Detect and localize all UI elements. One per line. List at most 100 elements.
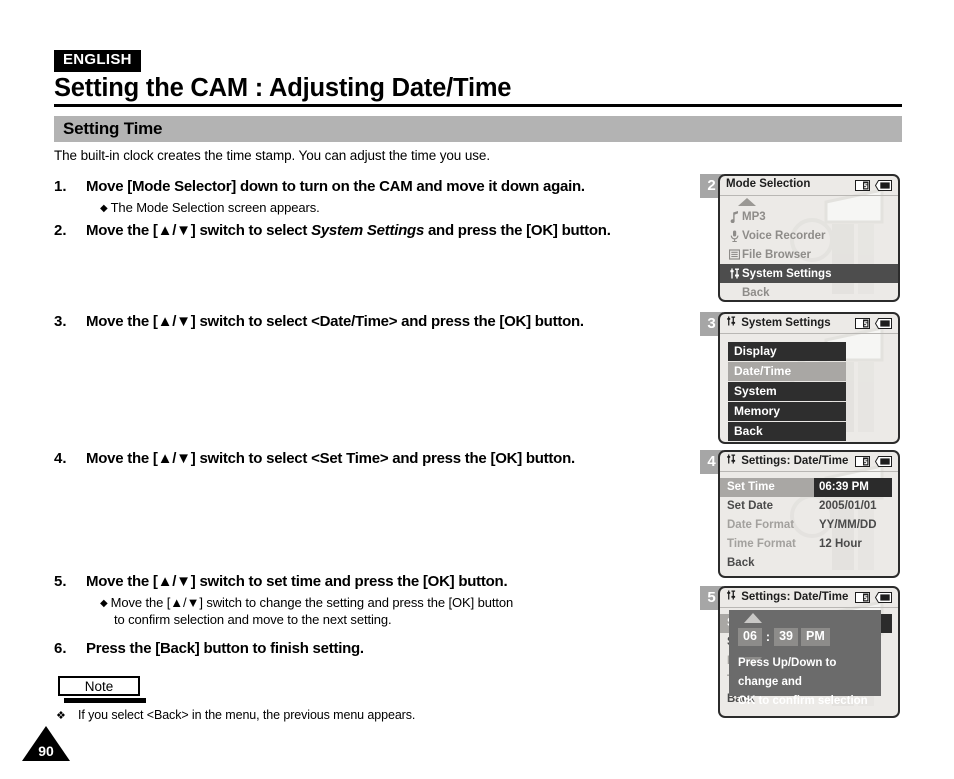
step-2-heading: Move the [▲/▼] switch to select System S… <box>86 222 611 239</box>
panel-2-body: MP3 Voice Recorder File Browser System S… <box>720 196 898 300</box>
setting-row-back[interactable]: Back <box>720 554 898 573</box>
setting-row-set-date-key: Set Date <box>727 500 774 512</box>
panel-2-titlebar: Mode Selection <box>720 176 898 196</box>
step-6-number: 6. <box>54 640 67 657</box>
setting-row-set-time[interactable]: Set Time 06:39 PM <box>720 478 898 497</box>
step-5-subtext: ◆ Move the [▲/▼] switch to change the set… <box>100 595 513 610</box>
language-badge: ENGLISH <box>54 50 141 72</box>
setting-row-set-date-value: 2005/01/01 <box>819 500 877 512</box>
scroll-up-arrow-icon[interactable] <box>720 196 898 207</box>
step-2-number: 2. <box>54 222 67 239</box>
memory-card-icon <box>855 180 870 191</box>
step-1-subtext-label: The Mode Selection screen appears. <box>110 200 320 215</box>
music-note-icon <box>726 210 742 223</box>
section-header-bar: Setting Time <box>54 116 902 142</box>
microphone-icon <box>726 230 742 242</box>
title-divider <box>54 104 902 107</box>
panel-4-title-label: Settings: Date/Time <box>741 455 849 467</box>
step-3-heading-text: Move the [▲/▼] switch to select <Date/Ti… <box>86 313 584 330</box>
setting-row-set-date[interactable]: Set Date 2005/01/01 <box>720 497 898 516</box>
panel-5-status-icons <box>855 592 892 603</box>
panel-4-lcd-screen: Settings: Date/Time Set Time 06:39 PM Se… <box>718 450 900 578</box>
step-4-heading: Move the [▲/▼] switch to select <Set Tim… <box>86 450 575 467</box>
note-bullet-line: ❖ If you select <Back> in the menu, the p… <box>56 708 415 722</box>
setting-row-set-time-value: 06:39 PM <box>814 478 892 497</box>
panel-4-status-icons <box>855 456 892 467</box>
dialog-instruction: Press Up/Down to change and OK to confir… <box>738 654 878 711</box>
panel-3-title-label: System Settings <box>741 317 831 329</box>
panel-4-title: Settings: Date/Time <box>726 454 848 467</box>
setting-row-time-format[interactable]: Time Format 12 Hour <box>720 535 898 554</box>
battery-icon <box>875 456 892 467</box>
sliders-icon <box>726 268 742 279</box>
menu-item-voice-recorder[interactable]: Voice Recorder <box>720 226 898 245</box>
panel-5-title-label: Settings: Date/Time <box>741 591 849 603</box>
panel-4-body: Set Time 06:39 PM Set Date 2005/01/01 Da… <box>720 472 898 573</box>
page-title: Setting the CAM : Adjusting Date/Time <box>54 74 512 102</box>
dialog-instruction-line-1: Press Up/Down to change and <box>738 657 837 688</box>
step-5-subtext-continued: to confirm selection and move to the nex… <box>114 612 392 627</box>
hour-field[interactable]: 06 <box>738 628 762 646</box>
step-4-heading-text: Move the [▲/▼] switch to select <Set Tim… <box>86 450 575 467</box>
time-fields: 06 : 39 PM <box>738 628 830 646</box>
menu-item-back-label: Back <box>742 286 770 299</box>
settings-item-date-time[interactable]: Date/Time <box>728 362 846 381</box>
step-2-heading-prefix: Move the [▲/▼] switch to select <box>86 222 312 239</box>
battery-icon <box>875 180 892 191</box>
note-box-label: Note <box>84 679 114 694</box>
dialog-instruction-line-2: OK to confirm selection <box>738 695 868 707</box>
note-bullet-icon: ❖ <box>56 710 66 722</box>
document-icon <box>726 249 742 260</box>
menu-item-back[interactable]: Back <box>720 283 898 300</box>
note-box-shadow <box>64 698 146 703</box>
note-text: If you select <Back> in the menu, the pr… <box>78 708 416 722</box>
step-2-heading-suffix: and press the [OK] button. <box>424 222 611 239</box>
panel-4-titlebar: Settings: Date/Time <box>720 452 898 472</box>
memory-card-icon <box>855 318 870 329</box>
setting-row-date-format-value: YY/MM/DD <box>819 519 877 531</box>
memory-card-icon <box>855 456 870 467</box>
intro-paragraph: The built-in clock creates the time stam… <box>54 148 490 163</box>
settings-item-system[interactable]: System <box>728 382 846 401</box>
menu-item-system-settings-label: System Settings <box>742 267 832 280</box>
step-5-number: 5. <box>54 573 67 590</box>
spinner-up-arrow-icon[interactable] <box>744 613 762 623</box>
step-6-heading-text: Press the [Back] button to finish settin… <box>86 640 364 657</box>
step-1-number: 1. <box>54 178 67 195</box>
time-separator: : <box>765 629 771 644</box>
section-title: Setting Time <box>63 119 163 138</box>
memory-card-icon <box>855 592 870 603</box>
note-box: Note <box>58 676 146 703</box>
time-edit-dialog: 06 : 39 PM Press Up/Down to change and O… <box>729 610 881 707</box>
settings-item-back[interactable]: Back <box>728 422 846 441</box>
setting-row-date-format-key: Date Format <box>727 519 795 531</box>
menu-item-mp3[interactable]: MP3 <box>720 207 898 226</box>
menu-item-system-settings[interactable]: System Settings <box>720 264 898 283</box>
step-6-heading: Press the [Back] button to finish settin… <box>86 640 364 657</box>
panel-3-lcd-screen: System Settings Display Date/Time System… <box>718 312 900 444</box>
setting-row-back-key: Back <box>727 557 755 569</box>
step-5-heading-text: Move the [▲/▼] switch to set time and pr… <box>86 573 508 590</box>
battery-icon <box>875 318 892 329</box>
panel-3-title: System Settings <box>726 316 831 329</box>
step-3-heading: Move the [▲/▼] switch to select <Date/Ti… <box>86 313 584 330</box>
menu-item-file-browser-label: File Browser <box>742 248 812 261</box>
minute-field[interactable]: 39 <box>774 628 798 646</box>
panel-2-lcd-screen: Mode Selection MP3 Voice Recorder File B… <box>718 174 900 302</box>
menu-item-file-browser[interactable]: File Browser <box>720 245 898 264</box>
settings-item-display[interactable]: Display <box>728 342 846 361</box>
setting-row-time-format-value: 12 Hour <box>819 538 862 550</box>
diamond-bullet-icon: ◆ <box>100 598 108 609</box>
setting-row-time-format-key: Time Format <box>727 538 796 550</box>
meridiem-field[interactable]: PM <box>800 628 830 646</box>
panel-3-status-icons <box>855 318 892 329</box>
step-1-heading: Move [Mode Selector] down to turn on the… <box>86 178 585 195</box>
step-2-heading-italic: System Settings <box>311 222 425 239</box>
settings-item-memory[interactable]: Memory <box>728 402 846 421</box>
page-number: 90 <box>38 743 54 759</box>
setting-row-set-time-key: Set Time <box>720 478 814 497</box>
setting-row-date-format[interactable]: Date Format YY/MM/DD <box>720 516 898 535</box>
step-5-heading: Move the [▲/▼] switch to set time and pr… <box>86 573 508 590</box>
panel-2-title: Mode Selection <box>726 178 811 190</box>
step-3-number: 3. <box>54 313 67 330</box>
